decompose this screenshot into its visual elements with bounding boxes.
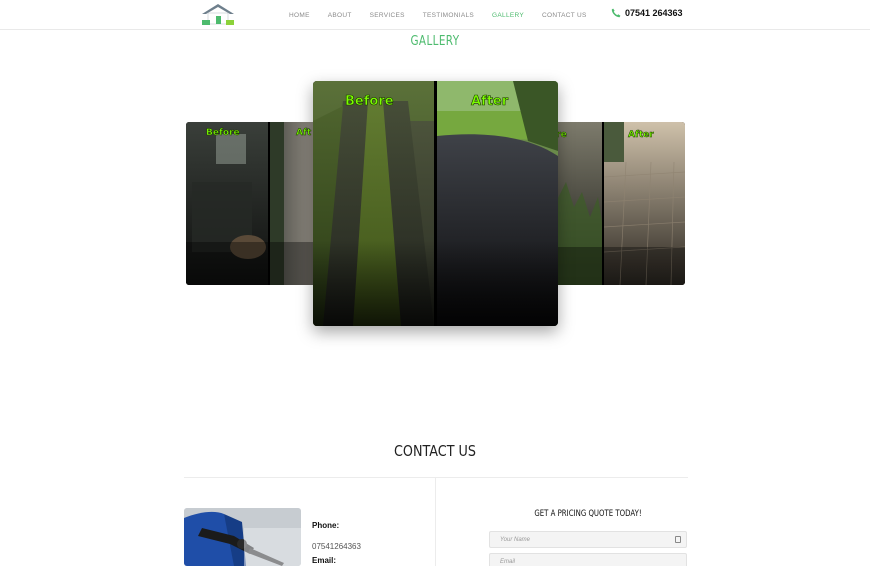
email-input-placeholder: Email [500,559,516,565]
after-label: After [628,130,654,140]
phone-icon [611,8,621,18]
quote-title: GET A PRICING QUOTE TODAY! [534,509,642,519]
name-input[interactable]: Your Name [489,531,687,548]
after-label: Aft [296,128,312,138]
gallery-title: GALLERY [410,34,460,49]
contact-divider-horizontal [184,477,688,478]
gallery-slide-active[interactable]: Before After [313,81,558,326]
nav-services[interactable]: SERVICES [370,12,405,19]
email-label: Email: [312,556,337,565]
nav-home[interactable]: HOME [289,12,310,19]
nav-gallery[interactable]: GALLERY [492,12,524,19]
paving-before-after-photo: ore After [546,122,685,285]
contact-card-icon [675,536,681,543]
site-header: HOME ABOUT SERVICES TESTIMONIALS GALLERY… [0,0,870,30]
contact-title: CONTACT US [394,442,476,460]
house-logo[interactable] [200,3,236,25]
phone-label: Phone: [312,521,340,530]
nav-testimonials[interactable]: TESTIMONIALS [423,12,474,19]
contact-divider-vertical [435,478,436,566]
header-phone[interactable]: 07541 264363 [611,8,683,18]
nav-about[interactable]: ABOUT [328,12,352,19]
main-nav: HOME ABOUT SERVICES TESTIMONIALS GALLERY… [280,0,596,30]
nav-contact-us[interactable]: CONTACT US [542,12,587,19]
before-label: Before [345,94,394,109]
gallery-slide-left[interactable]: Before Aft [186,122,326,285]
after-label: After [471,94,509,109]
phone-value[interactable]: 07541264363 [312,542,361,551]
name-input-placeholder: Your Name [500,537,531,543]
gallery-slide-right[interactable]: ore After [546,122,685,285]
worker-photo [184,508,301,566]
driveway-before-after-photo: Before After [313,81,558,326]
before-label: Before [206,128,240,138]
patio-before-after-photo: Before Aft [186,122,326,285]
header-phone-number[interactable]: 07541 264363 [625,8,683,18]
email-input[interactable]: Email [489,553,687,566]
